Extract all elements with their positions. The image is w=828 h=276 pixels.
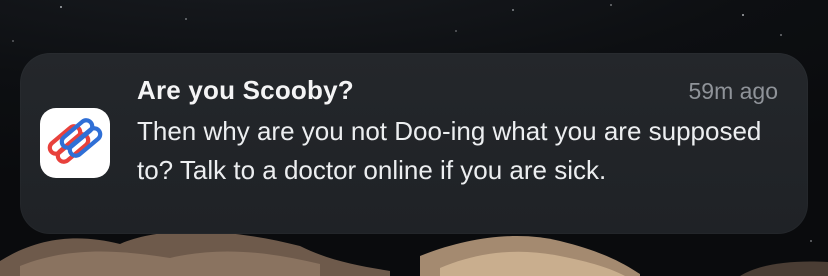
notification-card[interactable]: Are you Scooby? 59m ago Then why are you… bbox=[20, 53, 808, 234]
notification-title: Are you Scooby? bbox=[137, 75, 354, 105]
notification-message: Then why are you not Doo-ing what you ar… bbox=[137, 116, 762, 185]
notification-timestamp: 59m ago bbox=[688, 78, 778, 104]
app-icon[interactable] bbox=[40, 108, 110, 178]
interlocking-chain-icon bbox=[47, 118, 103, 164]
